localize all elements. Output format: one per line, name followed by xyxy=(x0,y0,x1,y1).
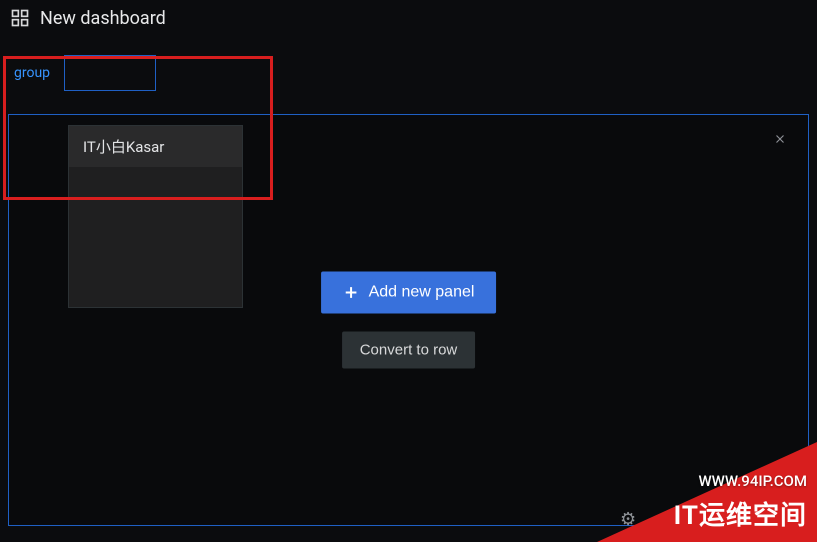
variable-row: group xyxy=(0,36,817,96)
dropdown-body xyxy=(69,167,242,307)
close-panel-button[interactable] xyxy=(770,129,790,149)
header-bar: New dashboard xyxy=(0,0,817,36)
watermark-url: WWW.94IP.COM xyxy=(698,472,807,490)
dropdown-option[interactable]: IT小白Kasar xyxy=(69,126,242,167)
dashboard-icon xyxy=(10,8,30,28)
variable-dropdown[interactable]: IT小白Kasar xyxy=(68,125,243,308)
settings-icon: ⚙ xyxy=(620,509,636,530)
close-icon xyxy=(773,132,787,146)
convert-to-row-button[interactable]: Convert to row xyxy=(342,332,476,369)
add-panel-label: Add new panel xyxy=(369,284,475,302)
plus-icon xyxy=(343,285,359,301)
panel-actions: Add new panel Convert to row xyxy=(321,272,497,369)
variable-input[interactable] xyxy=(64,55,156,91)
page-title: New dashboard xyxy=(40,8,166,29)
watermark-text: IT运维空间 xyxy=(674,495,807,532)
variable-label: group xyxy=(14,65,50,81)
add-new-panel-button[interactable]: Add new panel xyxy=(321,272,497,314)
